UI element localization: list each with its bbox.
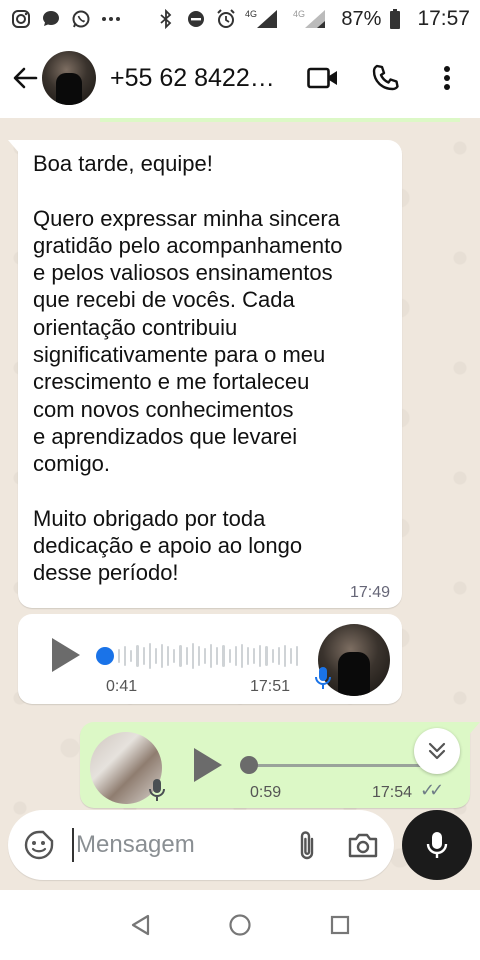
voice-time: 17:54 — [372, 784, 413, 801]
waveform-bar — [191, 643, 194, 669]
waveform-bar — [179, 645, 182, 667]
waveform-bar — [173, 649, 176, 663]
waveform-bar — [124, 646, 127, 666]
waveform-bar — [289, 648, 293, 664]
waveform-bar — [265, 646, 268, 666]
waveform-bar — [203, 648, 207, 664]
waveform-bar — [142, 647, 145, 665]
nav-home-icon[interactable] — [220, 905, 260, 945]
more-vertical-icon[interactable] — [424, 55, 470, 101]
incoming-voice-message[interactable]: 0:41 17:51 — [18, 614, 402, 704]
nav-recents-icon[interactable] — [320, 905, 360, 945]
attach-icon[interactable] — [290, 828, 324, 862]
voice-time: 17:51 — [250, 678, 291, 695]
waveform-bar — [277, 647, 280, 665]
play-button[interactable] — [194, 748, 222, 782]
more-icon — [100, 8, 122, 30]
waveform-bar — [271, 649, 274, 663]
back-arrow-icon[interactable] — [10, 63, 40, 93]
status-bar: 4G 4G 87% 17:57 — [0, 0, 480, 38]
instagram-icon — [10, 8, 32, 30]
system-nav-bar — [0, 890, 480, 960]
message-text: Boa tarde, equipe! Quero expressar minha… — [33, 151, 343, 586]
voice-duration: 0:59 — [250, 784, 282, 801]
chat-header: +55 62 8422… — [0, 38, 480, 118]
chat-area[interactable]: Boa tarde, equipe! Quero expressar minha… — [0, 118, 480, 890]
dnd-icon — [185, 8, 207, 30]
voice-duration: 0:41 — [106, 678, 138, 695]
waveform-bar — [296, 646, 299, 666]
waveform-bar — [185, 647, 188, 665]
svg-text:4G: 4G — [245, 9, 257, 19]
waveform-bar — [283, 645, 286, 667]
mic-icon — [146, 776, 168, 804]
record-voice-button[interactable] — [402, 810, 472, 880]
waveform-bar — [160, 644, 164, 668]
bubble-tail — [468, 722, 480, 736]
waveform-bar — [154, 648, 157, 664]
waveform-bar — [136, 645, 139, 667]
bubble-tail — [8, 140, 20, 154]
voice-waveform[interactable] — [118, 638, 299, 674]
status-time: 17:57 — [417, 7, 470, 30]
waveform-bar — [240, 644, 243, 668]
outgoing-voice-message[interactable]: 0:59 17:54 ✓✓ — [80, 722, 480, 808]
contact-name[interactable]: +55 62 8422… — [110, 64, 284, 93]
voice-progress-knob[interactable] — [240, 756, 258, 774]
waveform-bar — [234, 646, 237, 666]
chat-icon — [40, 8, 62, 30]
emoji-icon[interactable] — [22, 828, 56, 862]
waveform-bar — [130, 650, 133, 662]
message-composer: Mensagem — [8, 810, 394, 880]
alarm-icon — [215, 8, 237, 30]
battery-percent: 87% — [341, 7, 382, 30]
nav-back-icon[interactable] — [120, 905, 160, 945]
signal-icon: 4G — [245, 8, 285, 30]
whatsapp-icon — [70, 8, 92, 30]
waveform-bar — [167, 646, 170, 666]
message-input[interactable]: Mensagem — [72, 828, 268, 862]
contact-avatar[interactable] — [42, 51, 96, 105]
waveform-bar — [259, 645, 262, 667]
waveform-bar — [216, 647, 219, 665]
signal-icon-secondary: 4G — [293, 8, 333, 30]
svg-text:4G: 4G — [293, 9, 305, 19]
read-receipt-icon: ✓✓ — [420, 780, 444, 800]
message-time: 17:49 — [349, 584, 390, 601]
phone-icon[interactable] — [362, 55, 408, 101]
scroll-down-button[interactable] — [414, 728, 460, 774]
voice-progress-knob[interactable] — [96, 647, 114, 665]
waveform-bar — [228, 649, 231, 663]
incoming-text-message[interactable]: Boa tarde, equipe! Quero expressar minha… — [8, 140, 402, 608]
waveform-bar — [118, 649, 121, 663]
bluetooth-icon — [155, 8, 177, 30]
video-call-icon[interactable] — [300, 55, 346, 101]
waveform-bar — [222, 645, 225, 667]
waveform-bar — [197, 646, 200, 666]
waveform-bar — [253, 648, 256, 664]
mic-icon — [312, 664, 334, 692]
waveform-bar — [246, 647, 250, 665]
waveform-bar — [210, 644, 213, 668]
play-button[interactable] — [52, 638, 80, 672]
battery-icon — [389, 8, 401, 30]
camera-icon[interactable] — [346, 828, 380, 862]
previous-message-edge — [100, 118, 460, 122]
waveform-bar — [148, 643, 151, 669]
